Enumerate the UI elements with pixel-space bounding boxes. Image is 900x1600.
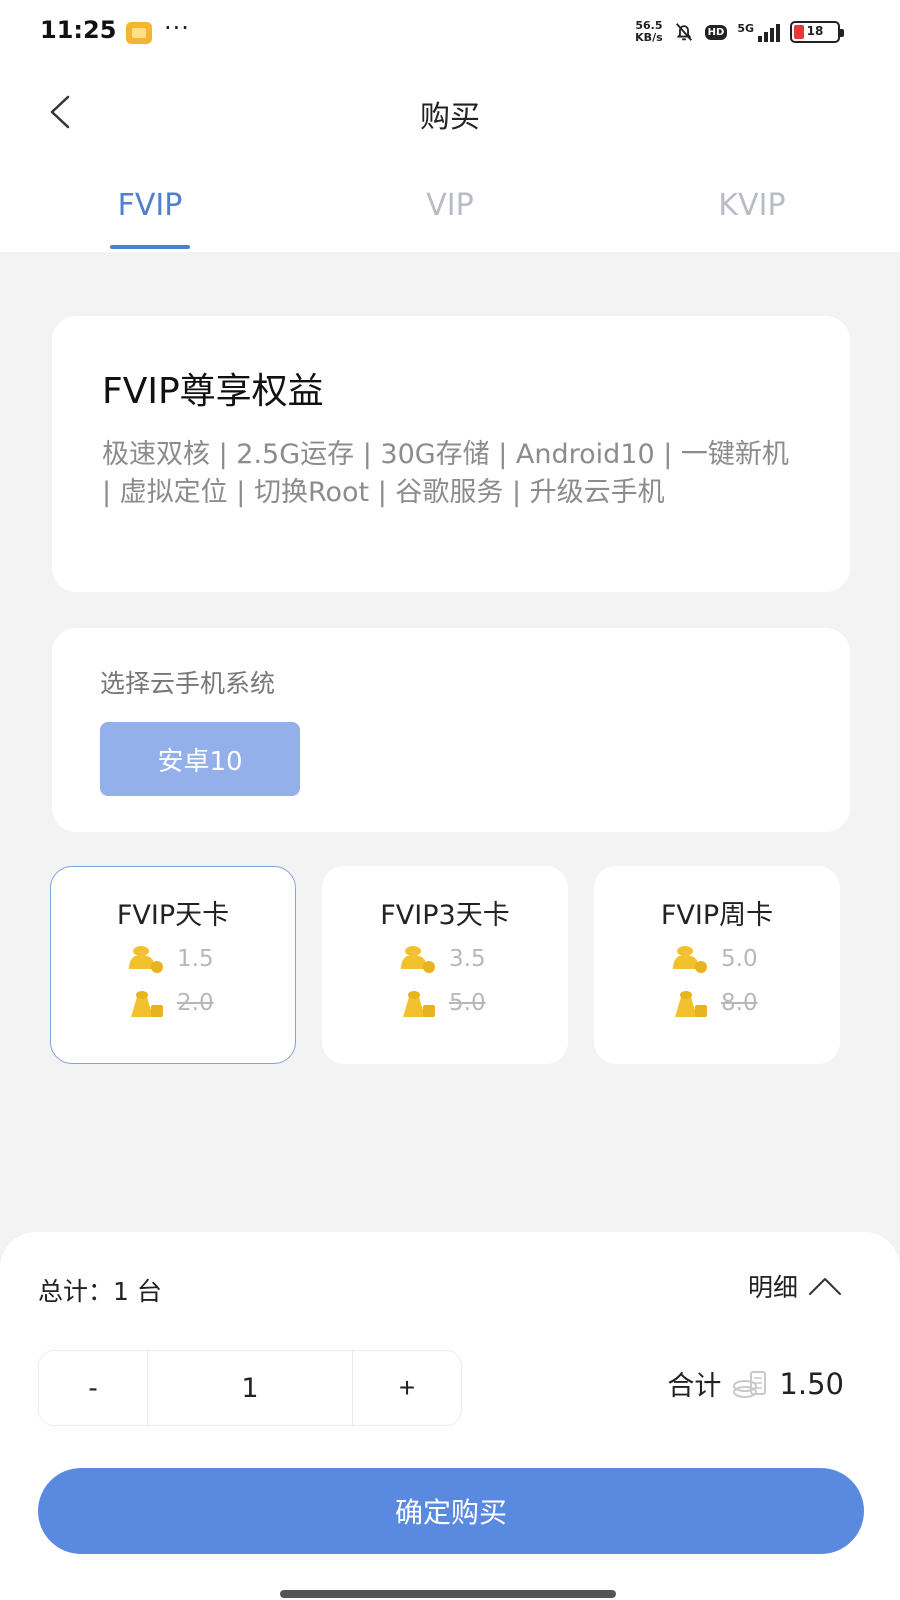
- benefits-title: FVIP尊享权益: [102, 371, 324, 412]
- plan-card-3day[interactable]: FVIP3天卡 3.5 5.0: [322, 866, 568, 1064]
- plan-original-price: 8.0: [721, 990, 758, 1016]
- plan-original-price: 2.0: [177, 990, 214, 1016]
- page-title: 购买: [420, 100, 480, 135]
- signal-icon: 5G: [737, 22, 780, 42]
- total-count: 总计：1 台: [38, 1277, 162, 1306]
- network-speed: 56.5 KB/s: [635, 19, 663, 44]
- plan-card-day[interactable]: FVIP天卡 1.5 2.0: [50, 866, 296, 1064]
- home-indicator[interactable]: [280, 1590, 616, 1598]
- system-select-card: 选择云手机系统 安卓10: [52, 628, 850, 832]
- decrement-button[interactable]: -: [39, 1351, 147, 1425]
- navigation-bar: 购买: [0, 70, 900, 154]
- battery-icon: 18: [790, 21, 844, 43]
- increment-button[interactable]: +: [353, 1351, 461, 1425]
- plan-price: 1.5: [177, 946, 214, 972]
- benefits-card: FVIP尊享权益 极速双核 | 2.5G运存 | 30G存储 | Android…: [52, 316, 850, 592]
- coin-bag-icon: [401, 946, 435, 973]
- bell-off-icon: [675, 23, 692, 41]
- sum-total: 合计 1.50: [667, 1364, 844, 1403]
- detail-label: 明细: [747, 1273, 798, 1302]
- plan-price: 3.5: [449, 946, 486, 972]
- hd-voice-icon: HD: [704, 24, 728, 40]
- plan-card-week[interactable]: FVIP周卡 5.0 8.0: [594, 866, 840, 1064]
- sum-value: 1.50: [779, 1366, 844, 1401]
- status-time: 11:25: [40, 16, 117, 44]
- plan-original-price: 5.0: [449, 990, 486, 1016]
- coin-bag-icon: [673, 946, 707, 973]
- quantity-value: 1: [147, 1351, 353, 1425]
- plan-name: FVIP周卡: [660, 900, 774, 931]
- status-icons: 56.5 KB/s HD 5G 18: [635, 19, 844, 44]
- tab-kvip[interactable]: KVIP: [672, 188, 832, 223]
- more-notifications-icon: ···: [164, 14, 190, 42]
- active-tab-indicator: [110, 245, 190, 249]
- coin-stack-icon: [131, 991, 163, 1017]
- gallery-notification-icon: [126, 22, 152, 44]
- plan-name: FVIP天卡: [116, 900, 230, 931]
- quantity-stepper: - 1 +: [38, 1350, 462, 1426]
- status-bar: 11:25 ··· 56.5 KB/s HD 5G 18: [0, 0, 900, 68]
- benefits-description: 极速双核 | 2.5G运存 | 30G存储 | Android10 | 一键新机…: [102, 439, 789, 508]
- detail-toggle[interactable]: 明细: [748, 1268, 842, 1304]
- sum-label: 合计: [667, 1371, 722, 1402]
- coin-stack-icon: [403, 991, 435, 1017]
- confirm-purchase-button[interactable]: 确定购买: [38, 1468, 864, 1554]
- plan-name: FVIP3天卡: [380, 900, 510, 931]
- chevron-up-icon: [809, 1278, 841, 1295]
- membership-tabs: FVIP VIP KVIP: [0, 170, 900, 252]
- coin-stack-icon: [675, 991, 707, 1017]
- plan-price: 5.0: [721, 946, 758, 972]
- tab-fvip[interactable]: FVIP: [70, 188, 230, 223]
- checkout-panel: 总计：1 台 明细 - 1 + 合计 1.50 确定购买: [0, 1232, 900, 1600]
- coins-icon: [733, 1370, 767, 1398]
- tab-vip[interactable]: VIP: [370, 188, 530, 223]
- coin-bag-icon: [129, 946, 163, 973]
- system-option-android10[interactable]: 安卓10: [100, 722, 300, 796]
- system-label: 选择云手机系统: [100, 669, 276, 698]
